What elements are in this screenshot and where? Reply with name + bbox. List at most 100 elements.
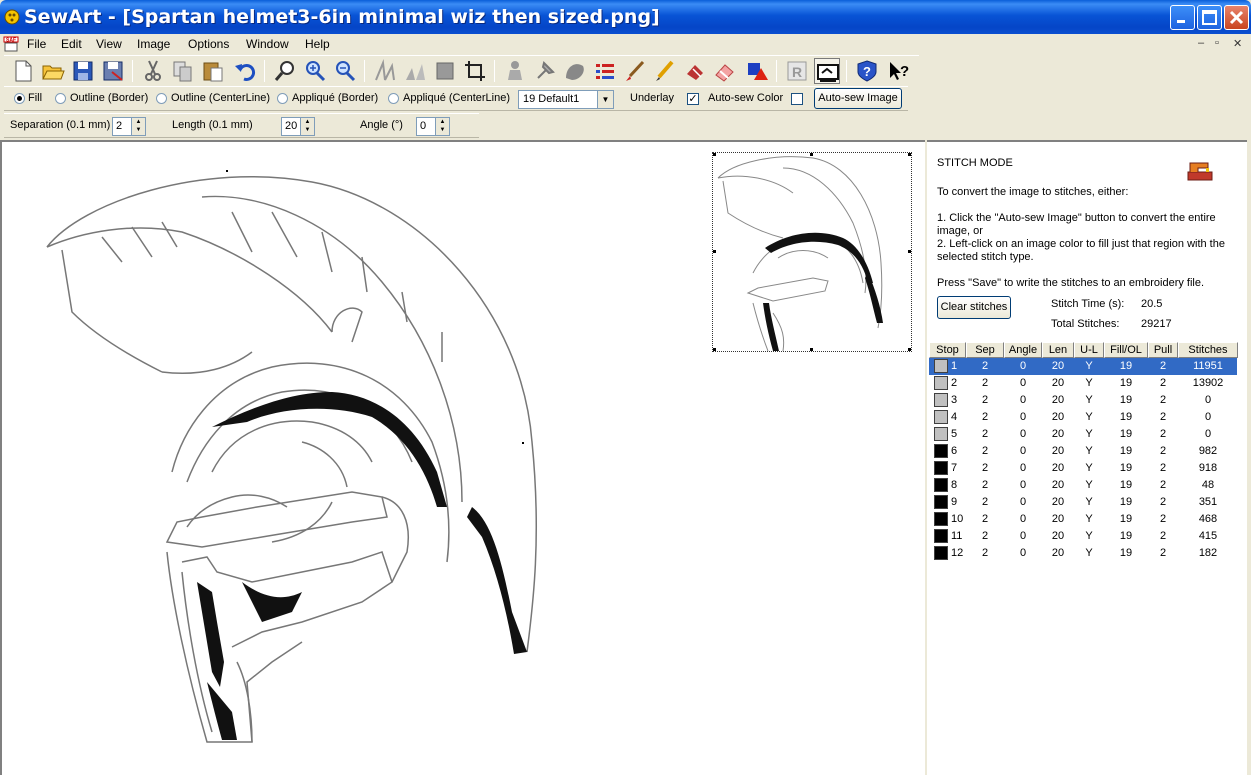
thread-color-swatch[interactable]: [934, 427, 948, 441]
stitch-preset-select[interactable]: 19 Default1 ▼: [518, 90, 614, 109]
applique-centerline-radio[interactable]: [388, 93, 399, 104]
merge-button[interactable]: [372, 58, 398, 84]
menu-options[interactable]: Options: [188, 37, 229, 51]
thread-color-swatch[interactable]: [934, 495, 948, 509]
thread-color-swatch[interactable]: [934, 461, 948, 475]
thread-color-swatch[interactable]: [934, 376, 948, 390]
chevron-down-icon[interactable]: ▼: [597, 91, 613, 108]
stripes-button[interactable]: [592, 58, 618, 84]
paste-button[interactable]: [200, 58, 226, 84]
zoom-button[interactable]: [272, 58, 298, 84]
menu-image[interactable]: Image: [137, 37, 170, 51]
mdi-restore-icon[interactable]: ▫: [1215, 37, 1219, 49]
shapes-button[interactable]: [744, 58, 770, 84]
thread-color-swatch[interactable]: [934, 546, 948, 560]
length-spinner[interactable]: 20 ▲ ▼: [281, 117, 315, 136]
col-header-fill-ol[interactable]: Fill/OL: [1104, 342, 1148, 358]
embroidery-canvas[interactable]: [0, 140, 925, 775]
crop-button[interactable]: [462, 58, 488, 84]
col-header-stitches[interactable]: Stitches: [1178, 342, 1238, 358]
col-header-ul[interactable]: U-L: [1074, 342, 1104, 358]
eraser-fill-button[interactable]: [682, 58, 708, 84]
table-row[interactable]: 12 2 0 20 Y 19 2 182: [929, 545, 1237, 562]
menu-window[interactable]: Window: [246, 37, 289, 51]
save-button[interactable]: [70, 58, 96, 84]
toolbar-separator: [776, 60, 777, 82]
menu-edit[interactable]: Edit: [61, 37, 82, 51]
open-button[interactable]: [40, 58, 66, 84]
auto-sew-mode-button[interactable]: [814, 58, 840, 84]
autosew-color-checkbox[interactable]: [791, 93, 803, 105]
zoom-out-button[interactable]: [332, 58, 358, 84]
cell-len: 20: [1051, 428, 1065, 440]
blob-button[interactable]: [562, 58, 588, 84]
clear-stitches-button[interactable]: Clear stitches: [937, 296, 1011, 319]
mdi-close-icon[interactable]: ✕: [1233, 37, 1242, 50]
table-row[interactable]: 11 2 0 20 Y 19 2 415: [929, 528, 1237, 545]
zoom-in-button[interactable]: [302, 58, 328, 84]
outline-centerline-radio[interactable]: [156, 93, 167, 104]
applique-border-radio[interactable]: [277, 93, 288, 104]
save-as-button[interactable]: [100, 58, 126, 84]
col-header-stop[interactable]: Stop: [929, 342, 966, 358]
maximize-button[interactable]: [1197, 5, 1222, 30]
col-header-len[interactable]: Len: [1042, 342, 1074, 358]
thread-color-swatch[interactable]: [934, 410, 948, 424]
fill-button[interactable]: [432, 58, 458, 84]
separation-spinner[interactable]: 2 ▲ ▼: [112, 117, 146, 136]
table-row[interactable]: 3 2 0 20 Y 19 2 0: [929, 392, 1237, 409]
mdi-minimize-icon[interactable]: –: [1198, 37, 1204, 49]
table-row[interactable]: 7 2 0 20 Y 19 2 918: [929, 460, 1237, 477]
table-row[interactable]: 5 2 0 20 Y 19 2 0: [929, 426, 1237, 443]
help-button[interactable]: ?: [854, 58, 880, 84]
table-row[interactable]: 4 2 0 20 Y 19 2 0: [929, 409, 1237, 426]
figure-icon: [508, 61, 522, 80]
brush-button[interactable]: [622, 58, 648, 84]
cut-button[interactable]: [140, 58, 166, 84]
undo-button[interactable]: [232, 58, 258, 84]
thumbnail-preview[interactable]: [712, 152, 912, 352]
underlay-checkbox[interactable]: ✓: [687, 93, 699, 105]
table-row[interactable]: 10 2 0 20 Y 19 2 468: [929, 511, 1237, 528]
context-help-button[interactable]: ?: [886, 58, 912, 84]
menu-view[interactable]: View: [96, 37, 122, 51]
pin-button[interactable]: [532, 58, 558, 84]
copy-button[interactable]: [170, 58, 196, 84]
r-button[interactable]: R: [784, 58, 810, 84]
menu-file[interactable]: File: [27, 37, 46, 51]
figure-button[interactable]: [502, 58, 528, 84]
thread-color-swatch[interactable]: [934, 529, 948, 543]
col-header-sep[interactable]: Sep: [966, 342, 1004, 358]
close-button[interactable]: [1224, 5, 1249, 30]
split-button[interactable]: [402, 58, 428, 84]
autosew-image-button[interactable]: Auto-sew Image: [814, 88, 902, 109]
thread-color-swatch[interactable]: [934, 359, 948, 373]
new-button[interactable]: [10, 58, 36, 84]
spin-arrows-icon[interactable]: ▲ ▼: [435, 118, 449, 135]
fill-radio[interactable]: [14, 93, 25, 104]
help-icon: ?: [857, 60, 877, 82]
cell-pull: 2: [1159, 479, 1167, 491]
thread-color-swatch[interactable]: [934, 512, 948, 526]
menu-help[interactable]: Help: [305, 37, 330, 51]
angle-spinner[interactable]: 0 ▲ ▼: [416, 117, 450, 136]
col-header-angle[interactable]: Angle: [1004, 342, 1042, 358]
table-row[interactable]: 8 2 0 20 Y 19 2 48: [929, 477, 1237, 494]
table-row[interactable]: 1 2 0 20 Y 19 2 11951: [929, 358, 1237, 375]
pencil-button[interactable]: [652, 58, 678, 84]
title-bar[interactable]: SewArt - [Spartan helmet3-6in minimal wi…: [0, 0, 1251, 34]
cell-pull: 2: [1159, 445, 1167, 457]
spin-arrows-icon[interactable]: ▲ ▼: [300, 118, 314, 135]
table-row[interactable]: 9 2 0 20 Y 19 2 351: [929, 494, 1237, 511]
outline-border-radio[interactable]: [55, 93, 66, 104]
spin-arrows-icon[interactable]: ▲ ▼: [131, 118, 145, 135]
thread-color-swatch[interactable]: [934, 478, 948, 492]
thread-color-swatch[interactable]: [934, 444, 948, 458]
table-row[interactable]: 6 2 0 20 Y 19 2 982: [929, 443, 1237, 460]
col-header-pull[interactable]: Pull: [1148, 342, 1178, 358]
eraser-button[interactable]: [712, 58, 738, 84]
minimize-button[interactable]: [1170, 5, 1195, 30]
thread-color-swatch[interactable]: [934, 393, 948, 407]
table-row[interactable]: 2 2 0 20 Y 19 2 13902: [929, 375, 1237, 392]
document-icon[interactable]: SAF: [3, 36, 21, 52]
